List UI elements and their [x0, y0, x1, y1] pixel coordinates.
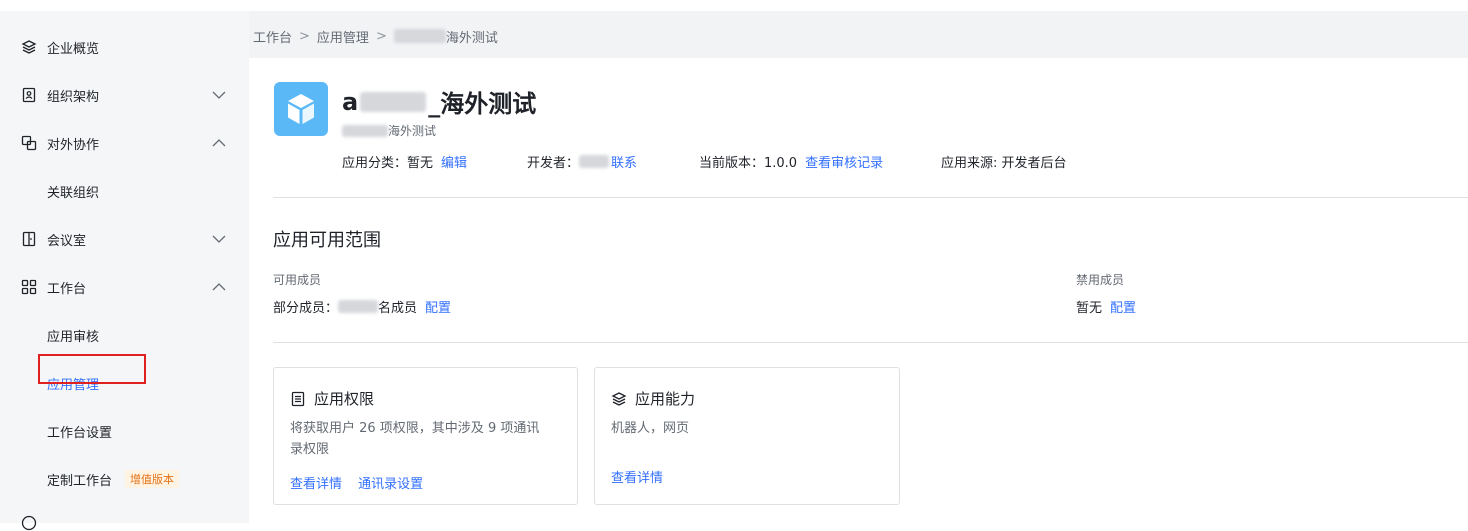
list-doc-icon [291, 391, 305, 406]
app-source: 应用来源: 开发者后台 [941, 152, 1067, 171]
breadcrumb-item: 海外测试 [445, 30, 498, 46]
card-desc-line: 录权限 [290, 442, 330, 457]
contact-developer-link[interactable]: 联系 [611, 152, 637, 171]
view-details-link[interactable]: 查看详情 [290, 477, 342, 492]
chevron-down-icon[interactable] [212, 235, 226, 243]
card-desc-line: 将获取用户 26 项权限，其中涉及 9 项通讯 [290, 421, 540, 436]
card-title: 应用能力 [611, 388, 695, 409]
configure-available-link[interactable]: 配置 [425, 297, 451, 316]
card-links: 查看详情 通讯录设置 [290, 473, 435, 492]
disabled-value: 暂无 [1076, 301, 1103, 316]
developer-label: 开发者： [527, 156, 580, 171]
partial-icon [21, 515, 37, 531]
sidebar-item-label: 工作台 [47, 281, 87, 297]
view-details-link[interactable]: 查看详情 [611, 471, 663, 486]
available-members-label: 可用成员 [273, 273, 322, 287]
link-squares-icon [21, 135, 37, 151]
available-suffix: 名成员 [378, 301, 418, 316]
breadcrumb: 工作台 > 应用管理 > 海外测试 [253, 26, 498, 46]
premium-badge: 增值版本 [125, 470, 179, 488]
sidebar-item-label: 组织架构 [47, 89, 100, 105]
category-label: 应用分类：暂无 [342, 156, 434, 171]
available-prefix: 部分成员： [273, 301, 339, 316]
app-title: a _海外测试 [342, 84, 536, 119]
configure-disabled-link[interactable]: 配置 [1110, 297, 1136, 316]
review-history-link[interactable]: 查看审核记录 [805, 152, 883, 171]
sidebar-item-label: 定制工作台 [47, 473, 113, 489]
sidebar-item-label: 会议室 [47, 233, 87, 249]
sidebar-item-workbench[interactable]: 工作台 [0, 263, 249, 311]
cube-icon [288, 94, 314, 124]
contact-card-icon [22, 87, 36, 103]
redacted-text [338, 300, 379, 313]
capabilities-card: 应用能力 机器人，网页 查看详情 [594, 367, 900, 505]
chevron-up-icon[interactable] [212, 139, 226, 147]
sidebar-item-meeting-room[interactable]: 会议室 [0, 215, 249, 263]
highlight-box [38, 354, 146, 384]
app-developer: 开发者： 联系 [527, 152, 637, 171]
sidebar-item-label: 关联组织 [47, 185, 100, 201]
sidebar-subitem-linked-org[interactable]: 关联组织 [0, 167, 249, 215]
grid-icon [21, 279, 37, 295]
divider [273, 342, 1468, 343]
chevron-down-icon[interactable] [212, 91, 226, 99]
app-title-suffix: _海外测试 [428, 90, 537, 118]
sidebar-subitem-app-review[interactable]: 应用审核 [0, 311, 249, 359]
edit-category-link[interactable]: 编辑 [441, 152, 467, 171]
sidebar-item-label: 企业概览 [47, 41, 100, 57]
breadcrumb-separator: > [375, 28, 387, 44]
top-strip [0, 0, 1468, 11]
app-title-prefix: a [342, 87, 359, 116]
breadcrumb-item[interactable]: 应用管理 [317, 27, 369, 46]
permissions-card: 应用权限 将获取用户 26 项权限，其中涉及 9 项通讯 录权限 查看详情 通讯… [273, 367, 578, 505]
card-title: 应用权限 [290, 388, 374, 409]
app-version: 当前版本：1.0.0 查看审核记录 [699, 152, 883, 171]
redacted-text [342, 124, 388, 137]
layers-icon [21, 40, 37, 54]
card-description: 将获取用户 26 项权限，其中涉及 9 项通讯 录权限 [290, 418, 539, 460]
disabled-members-value: 暂无 配置 [1076, 297, 1136, 316]
sidebar-item-label: 应用审核 [47, 329, 100, 345]
redacted-text [360, 91, 427, 112]
version-label: 当前版本：1.0.0 [699, 156, 798, 171]
card-description: 机器人，网页 [611, 421, 690, 436]
door-icon [22, 231, 36, 247]
sidebar-item-external[interactable]: 对外协作 [0, 119, 249, 167]
redacted-text [579, 155, 610, 168]
card-links: 查看详情 [611, 467, 675, 486]
card-title-text: 应用能力 [635, 390, 696, 408]
source-label: 应用来源: 开发者后台 [941, 156, 1067, 171]
sidebar-item-label: 工作台设置 [47, 425, 113, 441]
divider [273, 197, 1468, 198]
app-category: 应用分类：暂无 编辑 [342, 152, 467, 171]
available-members-value: 部分成员： 名成员 配置 [273, 297, 451, 316]
sidebar-subitem-workbench-settings[interactable]: 工作台设置 [0, 407, 249, 455]
breadcrumb-separator: > [299, 28, 310, 44]
section-title: 应用可用范围 [273, 230, 381, 251]
app-subtitle: 海外测试 [342, 122, 436, 139]
breadcrumb-item[interactable]: 工作台 [253, 27, 292, 46]
sidebar-item-label: 对外协作 [47, 137, 100, 153]
card-title-text: 应用权限 [314, 390, 375, 408]
chevron-up-icon[interactable] [212, 283, 226, 291]
sidebar-item-overview[interactable]: 企业概览 [0, 23, 249, 71]
app-logo [274, 82, 328, 136]
layers-icon [611, 391, 627, 406]
sidebar-item-org[interactable]: 组织架构 [0, 71, 249, 119]
disabled-members-label: 禁用成员 [1076, 273, 1125, 287]
app-subtitle-suffix: 海外测试 [388, 124, 437, 138]
contacts-settings-link[interactable]: 通讯录设置 [358, 477, 423, 492]
redacted-text [393, 29, 446, 43]
